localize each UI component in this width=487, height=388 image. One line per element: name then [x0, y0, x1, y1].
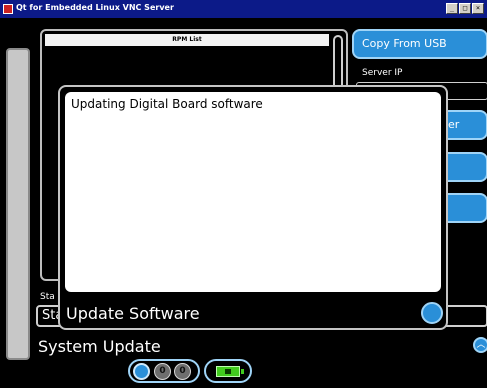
status-label: Sta	[40, 292, 55, 302]
dialog-message-area: Updating Digital Board software	[65, 92, 441, 292]
rpm-list-header: RPM List	[45, 34, 329, 46]
primary-control-button[interactable]	[133, 363, 150, 380]
window-title: Qt for Embedded Linux VNC Server	[16, 3, 174, 12]
dialog-message: Updating Digital Board software	[71, 97, 263, 111]
app-window: Qt for Embedded Linux VNC Server _ □ × R…	[0, 0, 487, 388]
window-controls: _ □ ×	[446, 3, 484, 14]
update-software-dialog: Updating Digital Board software Update S…	[58, 85, 448, 330]
battery-icon	[216, 366, 244, 377]
chevron-up-icon: ︿	[476, 340, 486, 350]
window-titlebar[interactable]: Qt for Embedded Linux VNC Server _ □ ×	[0, 0, 487, 18]
copy-from-usb-button[interactable]: Copy From USB	[352, 29, 487, 59]
server-button-label: er	[448, 118, 460, 131]
battery-status-button[interactable]	[204, 359, 252, 383]
left-side-panel	[6, 48, 30, 360]
control-icon-1[interactable]: 0	[154, 363, 171, 380]
minimize-button[interactable]: _	[446, 3, 458, 14]
system-update-title: System Update	[38, 337, 161, 356]
server-ip-label: Server IP	[362, 68, 403, 78]
scroll-up-button[interactable]: ︿	[473, 337, 487, 353]
control-button-group[interactable]: 0 0	[128, 359, 200, 383]
maximize-button[interactable]: □	[459, 3, 471, 14]
dialog-status-indicator[interactable]	[421, 302, 443, 324]
control-icon-2[interactable]: 0	[174, 363, 191, 380]
copy-from-usb-label: Copy From USB	[362, 37, 447, 50]
app-icon	[3, 4, 13, 14]
close-button[interactable]: ×	[472, 3, 484, 14]
dialog-title: Update Software	[66, 304, 200, 323]
